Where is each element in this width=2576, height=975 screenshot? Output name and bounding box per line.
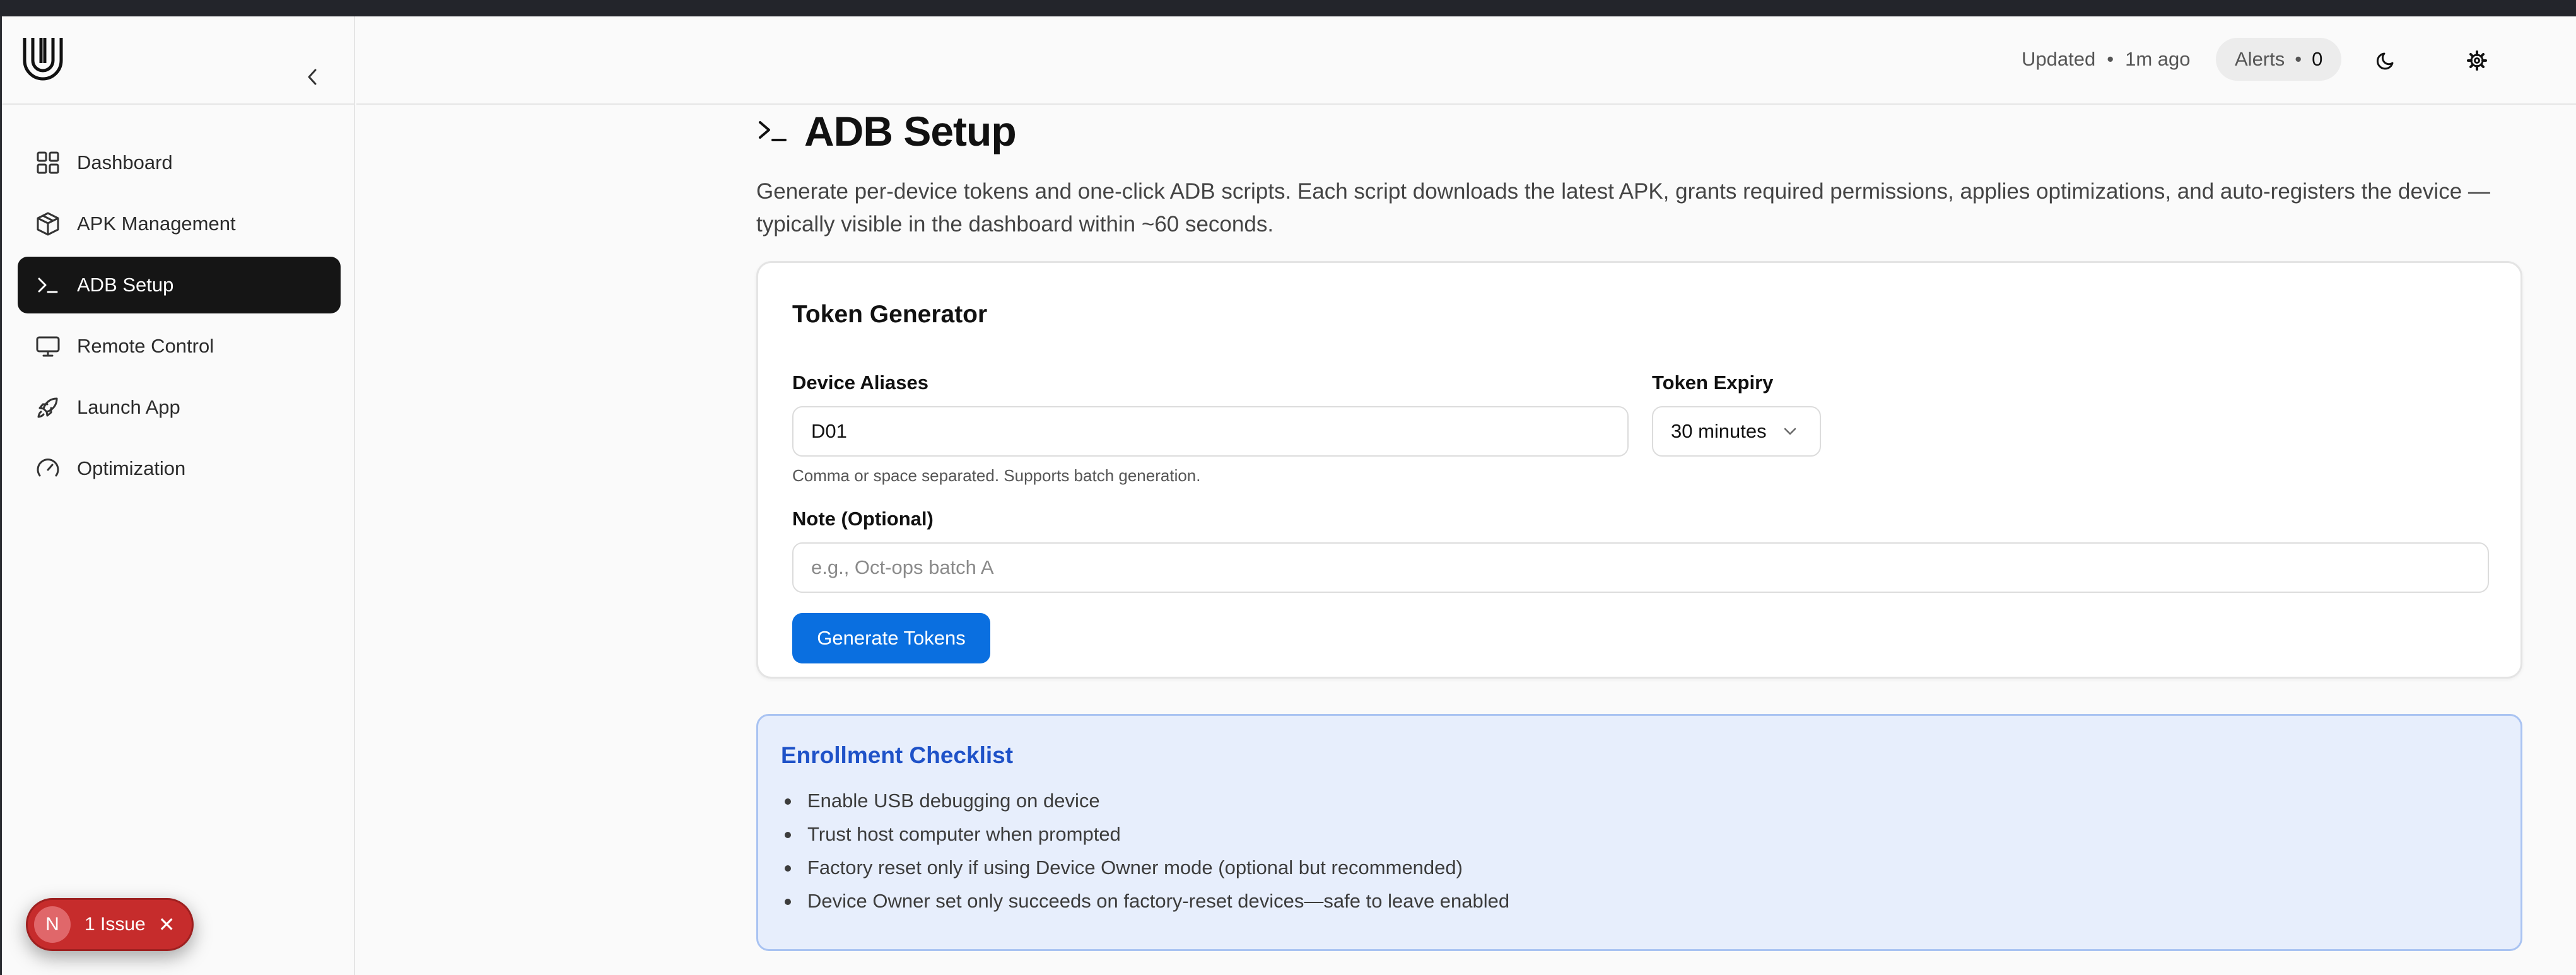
- rocket-icon: [34, 394, 62, 421]
- updated-time: 1m ago: [2125, 48, 2191, 70]
- grid-icon: [34, 149, 62, 177]
- terminal-icon: [759, 121, 787, 141]
- sidebar-item-adb-setup[interactable]: ADB Setup: [18, 257, 341, 313]
- sidebar-nav: Dashboard APK Management ADB Setup Remot…: [18, 134, 341, 501]
- token-expiry-label: Token Expiry: [1652, 371, 1774, 394]
- updated-label: Updated: [2022, 48, 2096, 70]
- token-expiry-value: 30 minutes: [1671, 420, 1767, 442]
- collapse-sidebar-button[interactable]: [296, 61, 329, 93]
- sidebar-item-label: Launch App: [77, 396, 180, 418]
- device-aliases-label: Device Aliases: [792, 371, 929, 394]
- top-header: Updated • 1m ago Alerts • 0: [356, 16, 2576, 105]
- sidebar-item-label: Remote Control: [77, 335, 214, 357]
- token-generator-card: Token Generator Device Aliases Token Exp…: [756, 261, 2522, 679]
- list-item: Enable USB debugging on device: [781, 784, 1509, 817]
- settings-button[interactable]: [2461, 44, 2493, 77]
- list-item: Factory reset only if using Device Owner…: [781, 851, 1509, 884]
- alerts-button[interactable]: Alerts • 0: [2216, 38, 2342, 81]
- chevron-left-icon: [308, 69, 317, 85]
- sidebar-item-label: Dashboard: [77, 151, 173, 173]
- sidebar-item-label: APK Management: [77, 213, 236, 235]
- theme-toggle-button[interactable]: [2370, 44, 2403, 77]
- sidebar-item-apk-management[interactable]: APK Management: [18, 196, 341, 252]
- list-item: Device Owner set only succeeds on factor…: [781, 884, 1509, 918]
- sidebar-item-remote-control[interactable]: Remote Control: [18, 318, 341, 375]
- page-title: ADB Setup: [756, 100, 1017, 163]
- chevron-down-icon: [1783, 427, 1797, 436]
- token-expiry-select[interactable]: 30 minutes: [1652, 406, 1821, 457]
- terminal-icon: [34, 271, 62, 299]
- note-input[interactable]: [792, 542, 2489, 593]
- logo-icon: [23, 38, 63, 81]
- note-label: Note (Optional): [792, 508, 934, 530]
- moon-icon: [2376, 52, 2394, 70]
- gear-icon: [2467, 50, 2487, 71]
- checklist-title: Enrollment Checklist: [781, 742, 1014, 768]
- sidebar-item-launch-app[interactable]: Launch App: [18, 379, 341, 436]
- issue-avatar: N: [34, 906, 71, 943]
- page-description: Generate per-device tokens and one-click…: [756, 179, 2490, 236]
- issue-count-label: 1 Issue: [85, 914, 146, 935]
- sidebar-item-label: Optimization: [77, 457, 186, 479]
- sidebar-header: [2, 16, 355, 105]
- enrollment-checklist: Enrollment Checklist Enable USB debuggin…: [756, 714, 2522, 951]
- sidebar-item-dashboard[interactable]: Dashboard: [18, 134, 341, 191]
- card-title: Token Generator: [792, 301, 988, 328]
- sidebar: Dashboard APK Management ADB Setup Remot…: [2, 16, 355, 975]
- gauge-icon: [34, 455, 62, 482]
- separator-dot: •: [2295, 48, 2302, 70]
- sidebar-item-optimization[interactable]: Optimization: [18, 440, 341, 497]
- device-aliases-hint: Comma or space separated. Supports batch…: [792, 466, 1201, 485]
- app-window: Dashboard APK Management ADB Setup Remot…: [2, 16, 2576, 975]
- separator-dot: •: [2107, 48, 2114, 70]
- list-item: Trust host computer when prompted: [781, 817, 1509, 851]
- alerts-count: 0: [2312, 48, 2323, 70]
- updated-status: Updated • 1m ago: [2022, 16, 2190, 102]
- package-icon: [34, 210, 62, 238]
- sidebar-item-label: ADB Setup: [77, 274, 174, 296]
- monitor-icon: [34, 332, 62, 360]
- device-aliases-input[interactable]: [792, 406, 1629, 457]
- browser-top-strip: [0, 0, 2576, 16]
- close-icon[interactable]: ✕: [158, 913, 175, 937]
- page-heading: ADB Setup: [804, 108, 1017, 155]
- checklist-items: Enable USB debugging on device Trust hos…: [781, 784, 1509, 918]
- generate-tokens-button[interactable]: Generate Tokens: [792, 613, 990, 663]
- issue-badge[interactable]: N 1 Issue ✕: [26, 898, 194, 951]
- alerts-label: Alerts: [2235, 48, 2285, 70]
